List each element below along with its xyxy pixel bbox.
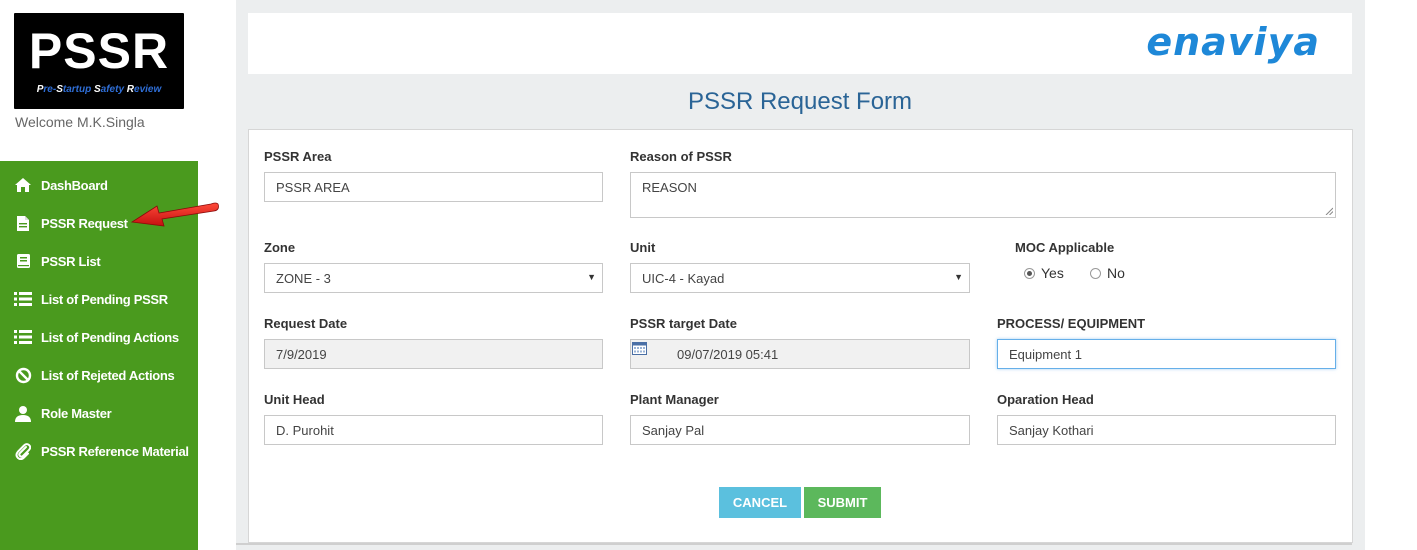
sidebar-item-label: List of Pending Actions [41,329,179,345]
page-title: PSSR Request Form [687,88,913,115]
sidebar-item-reference-material[interactable]: PSSR Reference Material [0,432,198,470]
pssr-request-form: PSSR Area PSSR AREA Reason of PSSR REASO… [248,129,1353,543]
sidebar-item-label: Role Master [41,405,112,421]
zone-select[interactable]: ZONE - 3 ▼ [264,263,603,293]
home-icon [12,177,34,193]
welcome-text: Welcome M.K.Singla [15,114,145,130]
unit-head-label: Unit Head [264,392,325,407]
reason-label: Reason of PSSR [630,149,732,164]
logo-title: PSSR [28,23,170,79]
submit-button[interactable]: SUBMIT [804,487,881,518]
book-icon [12,253,34,269]
sidebar-item-pending-actions[interactable]: List of Pending Actions [0,318,198,356]
operation-head-label: Oparation Head [997,392,1094,407]
target-date-label: PSSR target Date [630,316,737,331]
reason-textarea[interactable]: REASON [630,172,1336,218]
calendar-icon[interactable] [632,341,647,355]
paperclip-icon [12,442,34,460]
top-header: enaviya [248,13,1352,74]
moc-yes-option[interactable]: Yes [1024,265,1064,281]
sidebar-item-label: PSSR Reference Material [41,443,189,459]
pssr-area-input[interactable]: PSSR AREA [264,172,603,202]
plant-manager-label: Plant Manager [630,392,719,407]
sidebar-item-pending-pssr[interactable]: List of Pending PSSR [0,280,198,318]
sidebar-item-label: PSSR List [41,253,101,269]
sidebar-header: PSSR Pre-Startup Safety Review Welcome M… [0,0,198,161]
pssr-area-label: PSSR Area [264,149,332,164]
pssr-logo: PSSR Pre-Startup Safety Review [14,13,184,109]
sidebar-item-label: DashBoard [41,177,108,193]
moc-no-option[interactable]: No [1090,265,1125,281]
sidebar-item-rejected-actions[interactable]: List of Rejeted Actions [0,356,198,394]
unit-head-input[interactable]: D. Purohit [264,415,603,445]
sidebar-item-label: List of Rejeted Actions [41,367,175,383]
sidebar-item-label: List of Pending PSSR [41,291,168,307]
resize-grip-icon[interactable] [1325,207,1333,215]
list-icon [12,330,34,344]
brand-logo: enaviya [1146,20,1320,64]
caret-down-icon: ▼ [587,272,596,282]
annotation-arrow [130,202,219,227]
moc-yes-radio[interactable] [1024,267,1035,279]
process-equipment-label: PROCESS/ EQUIPMENT [997,316,1146,331]
moc-applicable-label: MOC Applicable [1015,240,1115,255]
sidebar-item-role-master[interactable]: Role Master [0,394,198,432]
ban-icon [12,367,34,384]
moc-no-radio[interactable] [1090,267,1101,279]
target-date-input[interactable]: 09/07/2019 05:41 [630,339,970,369]
process-equipment-input[interactable]: Equipment 1 [997,339,1336,369]
list-icon [12,292,34,306]
sidebar-item-pssr-list[interactable]: PSSR List [0,242,198,280]
sidebar-item-label: PSSR Request [41,215,128,231]
operation-head-input[interactable]: Sanjay Kothari [997,415,1336,445]
logo-subtitle: Pre-Startup Safety Review [36,84,162,95]
unit-select[interactable]: UIC-4 - Kayad ▼ [630,263,970,293]
unit-label: Unit [630,240,656,255]
cancel-button[interactable]: CANCEL [719,487,801,518]
caret-down-icon: ▼ [954,272,963,282]
request-date-label: Request Date [264,316,348,331]
zone-label: Zone [264,240,296,255]
plant-manager-input[interactable]: Sanjay Pal [630,415,970,445]
panel-bottom-border [236,543,1352,545]
file-icon [12,215,34,232]
user-icon [12,405,34,422]
request-date-input: 7/9/2019 [264,339,603,369]
